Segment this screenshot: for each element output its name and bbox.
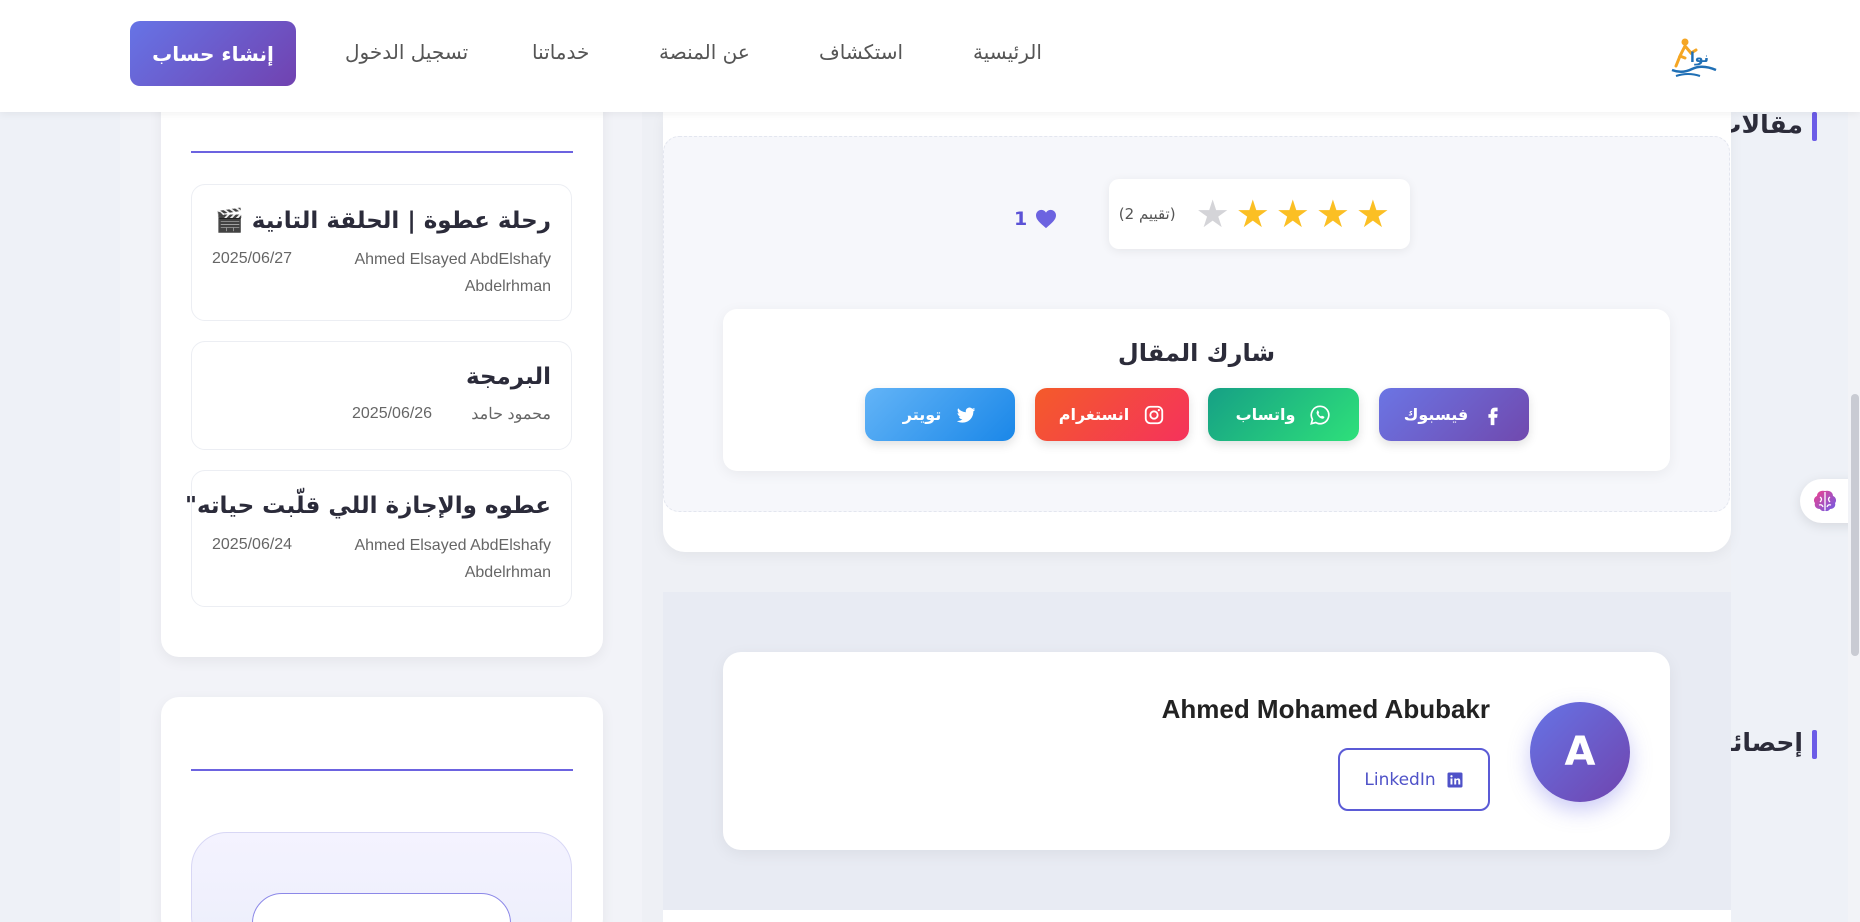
star-icon[interactable]: ★ (1356, 195, 1390, 233)
related-article-date: 2025/06/24 (212, 536, 293, 553)
nav-home-link[interactable]: الرئيسية (973, 40, 1042, 64)
share-title: شارك المقال (1117, 339, 1276, 367)
related-article-title[interactable]: 🎬 رحلة عطوة | الحلقة التانية (215, 207, 551, 234)
related-title-underline (191, 151, 573, 153)
next-section-edge (663, 910, 1731, 922)
instagram-icon (1145, 405, 1164, 424)
author-avatar: A (1530, 702, 1630, 802)
author-linkedin-button[interactable]: LinkedIn (1338, 748, 1490, 811)
brain-icon (1813, 490, 1837, 512)
share-instagram-label: انستغرام (1058, 405, 1130, 424)
nav-explore-link[interactable]: استكشاف (819, 40, 903, 64)
signup-button[interactable]: إنشاء حساب (130, 21, 296, 86)
share-twitter-label: تويتر (902, 405, 942, 424)
site-logo[interactable]: نوا (1668, 36, 1720, 78)
related-article-item[interactable]: "عطوه والإجازة اللي قلّبت حياته Ahmed El… (185, 470, 572, 607)
svg-text:نوا: نوا (1690, 50, 1709, 66)
related-article-date: 2025/06/27 (212, 250, 293, 267)
heart-icon (1036, 209, 1057, 229)
star-icon[interactable]: ★ (1196, 195, 1230, 233)
share-twitter-button[interactable]: تويتر (865, 388, 1015, 441)
related-article-title[interactable]: البرمجة (466, 364, 551, 390)
nav-login-link[interactable]: تسجيل الدخول (345, 40, 468, 64)
related-article-author: Ahmed Elsayed AbdElshafy Abdelrhman (354, 537, 551, 581)
related-article-author: محمود حامد (471, 406, 551, 423)
twitter-icon (957, 407, 976, 423)
like-count: 1 (1014, 208, 1028, 230)
share-whatsapp-label: واتساب (1235, 405, 1296, 424)
related-article-date: 2025/06/26 (352, 405, 433, 422)
star-icon[interactable]: ★ (1316, 195, 1350, 233)
related-article-author: Ahmed Elsayed AbdElshafy Abdelrhman (354, 251, 551, 295)
nav-about-link[interactable]: عن المنصة (659, 40, 750, 64)
linkedin-label: LinkedIn (1364, 769, 1436, 790)
stats-title-underline (191, 769, 573, 771)
rating-count: (2 تقييم) (1118, 205, 1176, 223)
author-card (723, 652, 1670, 850)
share-facebook-label: فيسبوك (1403, 405, 1469, 424)
star-icon[interactable]: ★ (1276, 195, 1310, 233)
share-card: شارك المقال فيسبوك واتساب انستغرام تويتر (723, 309, 1670, 471)
like-button[interactable]: 1 (1014, 208, 1057, 230)
share-facebook-button[interactable]: فيسبوك (1379, 388, 1529, 441)
share-whatsapp-button[interactable]: واتساب (1208, 388, 1359, 441)
share-instagram-button[interactable]: انستغرام (1035, 388, 1189, 441)
whatsapp-icon (1310, 404, 1331, 425)
stats-pill (252, 893, 511, 922)
linkedin-icon (1447, 772, 1463, 787)
related-article-item[interactable]: البرمجة محمود حامد 2025/06/26 (191, 341, 572, 450)
related-article-title[interactable]: "عطوه والإجازة اللي قلّبت حياته (185, 493, 551, 519)
author-name: Ahmed Mohamed Abubakr (1161, 694, 1490, 724)
facebook-icon (1488, 407, 1498, 425)
rating-widget[interactable]: ★ ★ ★ ★ ★ (2 تقييم) (1109, 179, 1410, 249)
related-article-item[interactable]: 🎬 رحلة عطوة | الحلقة التانية Ahmed Elsay… (191, 184, 572, 321)
nav-services-link[interactable]: خدماتنا (532, 40, 589, 64)
star-icon[interactable]: ★ (1236, 195, 1270, 233)
top-navbar: إنشاء حساب تسجيل الدخول خدماتنا عن المنص… (0, 0, 1860, 112)
scrollbar-thumb[interactable] (1851, 394, 1859, 656)
